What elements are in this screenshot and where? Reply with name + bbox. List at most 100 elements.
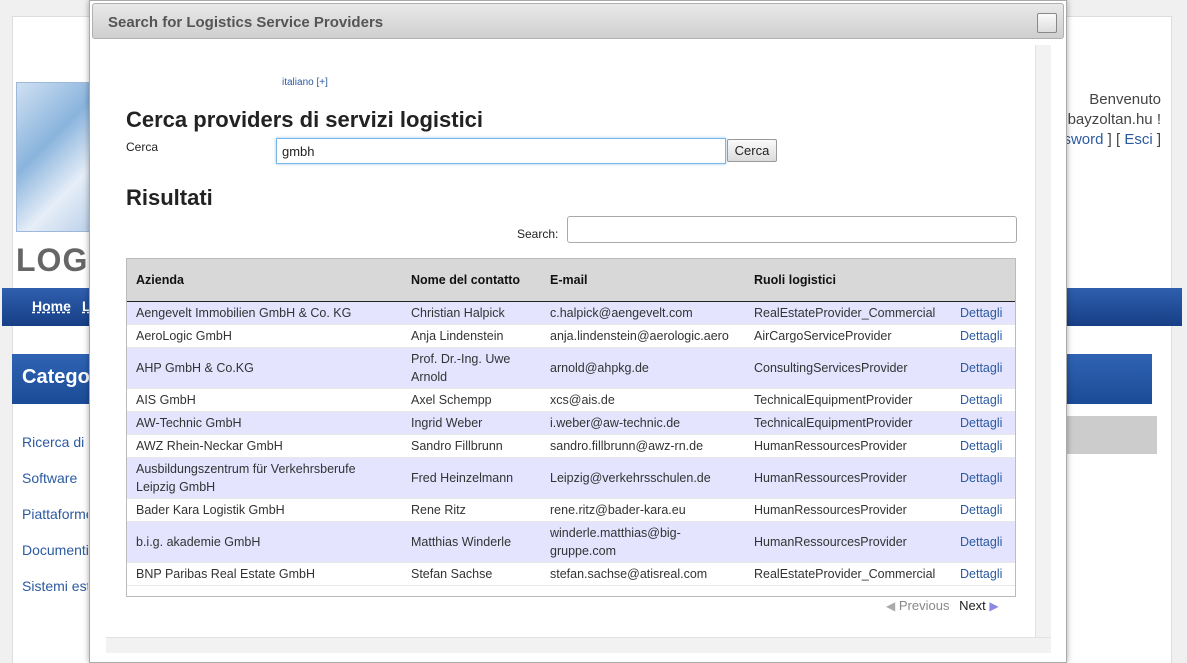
cell-contact: Stefan Sachse (401, 562, 540, 586)
details-link[interactable]: Dettagli (950, 434, 1016, 458)
cell-email: xcs@ais.de (540, 388, 744, 412)
cell-contact: Axel Schempp (401, 388, 540, 412)
user-email: @bayzoltan.hu ! (1052, 111, 1161, 128)
filter-input[interactable] (567, 216, 1017, 243)
table-header-row: Azienda Nome del contatto E-mail Ruoli l… (126, 258, 1016, 302)
cell-email: rene.ritz@bader-kara.eu (540, 498, 744, 522)
cell-contact: Anja Lindenstein (401, 324, 540, 348)
cell-role: AirCargoServiceProvider (744, 324, 950, 348)
table-row: AeroLogic GmbH Anja Lindenstein anja.lin… (126, 324, 1016, 348)
logout-link[interactable]: Esci (1124, 131, 1152, 148)
cell-company: b.i.g. akademie GmbH (126, 521, 401, 563)
dialog-title: Search for Logistics Service Providers (108, 14, 384, 31)
right-gray-bar (1065, 416, 1157, 454)
cell-company: AWZ Rhein-Neckar GmbH (126, 434, 401, 458)
side-link-documents[interactable]: Documenti d (22, 542, 88, 558)
details-link[interactable]: Dettagli (950, 562, 1016, 586)
horizontal-scrollbar[interactable] (106, 637, 1051, 653)
cell-contact: Rene Ritz (401, 498, 540, 522)
table-row: Bader Kara Logistik GmbH Rene Ritz rene.… (126, 498, 1016, 522)
logo-map-image (16, 82, 96, 232)
details-link[interactable]: Dettagli (950, 498, 1016, 522)
table-row: AW-Technic GmbH Ingrid Weber i.weber@aw-… (126, 411, 1016, 435)
cell-company: Ausbildungszentrum für Verkehrsberufe Le… (126, 457, 401, 499)
search-label: Cerca (126, 140, 159, 154)
cell-role: TechnicalEquipmentProvider (744, 411, 950, 435)
cell-contact: Sandro Fillbrunn (401, 434, 540, 458)
details-link[interactable]: Dettagli (950, 347, 1016, 389)
welcome-text: Benvenuto (1089, 91, 1161, 108)
table-row: Ausbildungszentrum für Verkehrsberufe Le… (126, 457, 1016, 499)
table-row: b.i.g. akademie GmbH Matthias Winderle w… (126, 521, 1016, 563)
close-icon[interactable] (1037, 13, 1057, 33)
cell-role: HumanRessourcesProvider (744, 498, 950, 522)
nav-item-home[interactable]: Home (32, 298, 71, 314)
search-input[interactable] (276, 138, 726, 164)
column-header-roles[interactable]: Ruoli logistici (744, 258, 950, 302)
results-table: Azienda Nome del contatto E-mail Ruoli l… (126, 258, 1016, 586)
table-row: AIS GmbH Axel Schempp xcs@ais.de Technic… (126, 388, 1016, 412)
cell-role: RealEstateProvider_Commercial (744, 562, 950, 586)
search-dialog: Search for Logistics Service Providers i… (89, 0, 1067, 663)
cell-role: TechnicalEquipmentProvider (744, 388, 950, 412)
side-link-platforms[interactable]: Piattaforme (22, 506, 88, 522)
side-link-search[interactable]: Ricerca di p (22, 434, 88, 450)
category-header: Categori (12, 354, 92, 404)
cell-email: winderle.matthias@big-gruppe.com (540, 521, 744, 563)
side-link-software[interactable]: Software (22, 470, 88, 486)
cell-company: AeroLogic GmbH (126, 324, 401, 348)
details-link[interactable]: Dettagli (950, 388, 1016, 412)
dialog-content: italiano [+] Cerca providers di servizi … (106, 47, 1050, 637)
dialog-titlebar[interactable]: Search for Logistics Service Providers (92, 3, 1064, 39)
column-header-email[interactable]: E-mail (540, 258, 744, 302)
vertical-scrollbar[interactable] (1035, 45, 1051, 637)
column-header-contact[interactable]: Nome del contatto (401, 258, 540, 302)
details-link[interactable]: Dettagli (950, 411, 1016, 435)
pagination: ◀ Previous Next ▶ (886, 598, 999, 613)
cell-role: HumanRessourcesProvider (744, 434, 950, 458)
account-links: ssword ] [ Esci ] (1055, 131, 1161, 148)
cell-company: AW-Technic GmbH (126, 411, 401, 435)
results-heading: Risultati (126, 185, 213, 210)
language-link[interactable]: italiano [+] (282, 77, 328, 88)
cell-company: Bader Kara Logistik GmbH (126, 498, 401, 522)
page-title: Cerca providers di servizi logistici (126, 107, 484, 132)
cell-role: ConsultingServicesProvider (744, 347, 950, 389)
cell-email: sandro.fillbrunn@awz-rn.de (540, 434, 744, 458)
details-link[interactable]: Dettagli (950, 301, 1016, 325)
side-link-systems[interactable]: Sistemi este (22, 578, 88, 594)
details-link[interactable]: Dettagli (950, 324, 1016, 348)
cell-role: RealEstateProvider_Commercial (744, 301, 950, 325)
cell-contact: Matthias Winderle (401, 521, 540, 563)
cell-contact: Christian Halpick (401, 301, 540, 325)
details-link[interactable]: Dettagli (950, 521, 1016, 563)
cell-email: Leipzig@verkehrsschulen.de (540, 457, 744, 499)
cell-contact: Fred Heinzelmann (401, 457, 540, 499)
cell-contact: Prof. Dr.-Ing. Uwe Arnold (401, 347, 540, 389)
cell-email: anja.lindenstein@aerologic.aero (540, 324, 744, 348)
previous-arrow-icon[interactable]: ◀ (886, 599, 895, 613)
logo-text: LOG (16, 242, 89, 278)
cell-company: AHP GmbH & Co.KG (126, 347, 401, 389)
details-link[interactable]: Dettagli (950, 457, 1016, 499)
search-button[interactable]: Cerca (727, 139, 777, 162)
cell-email: stefan.sachse@atisreal.com (540, 562, 744, 586)
table-row: Aengevelt Immobilien GmbH & Co. KG Chris… (126, 301, 1016, 325)
cell-company: AIS GmbH (126, 388, 401, 412)
previous-page-button[interactable]: Previous (899, 598, 950, 613)
cell-role: HumanRessourcesProvider (744, 521, 950, 563)
cell-company: BNP Paribas Real Estate GmbH (126, 562, 401, 586)
column-header-company[interactable]: Azienda (126, 258, 401, 302)
cell-contact: Ingrid Weber (401, 411, 540, 435)
filter-label: Search: (517, 227, 559, 241)
cell-email: i.weber@aw-technic.de (540, 411, 744, 435)
column-header-actions (950, 258, 1016, 302)
right-header-bar (1065, 354, 1152, 404)
cell-email: c.halpick@aengevelt.com (540, 301, 744, 325)
next-page-button[interactable]: Next (959, 598, 986, 613)
cell-company: Aengevelt Immobilien GmbH & Co. KG (126, 301, 401, 325)
table-row: AWZ Rhein-Neckar GmbH Sandro Fillbrunn s… (126, 434, 1016, 458)
table-row: BNP Paribas Real Estate GmbH Stefan Sach… (126, 562, 1016, 586)
next-arrow-icon[interactable]: ▶ (989, 599, 998, 613)
welcome-box: Benvenuto @bayzoltan.hu ! ssword ] [ Esc… (1052, 90, 1161, 150)
